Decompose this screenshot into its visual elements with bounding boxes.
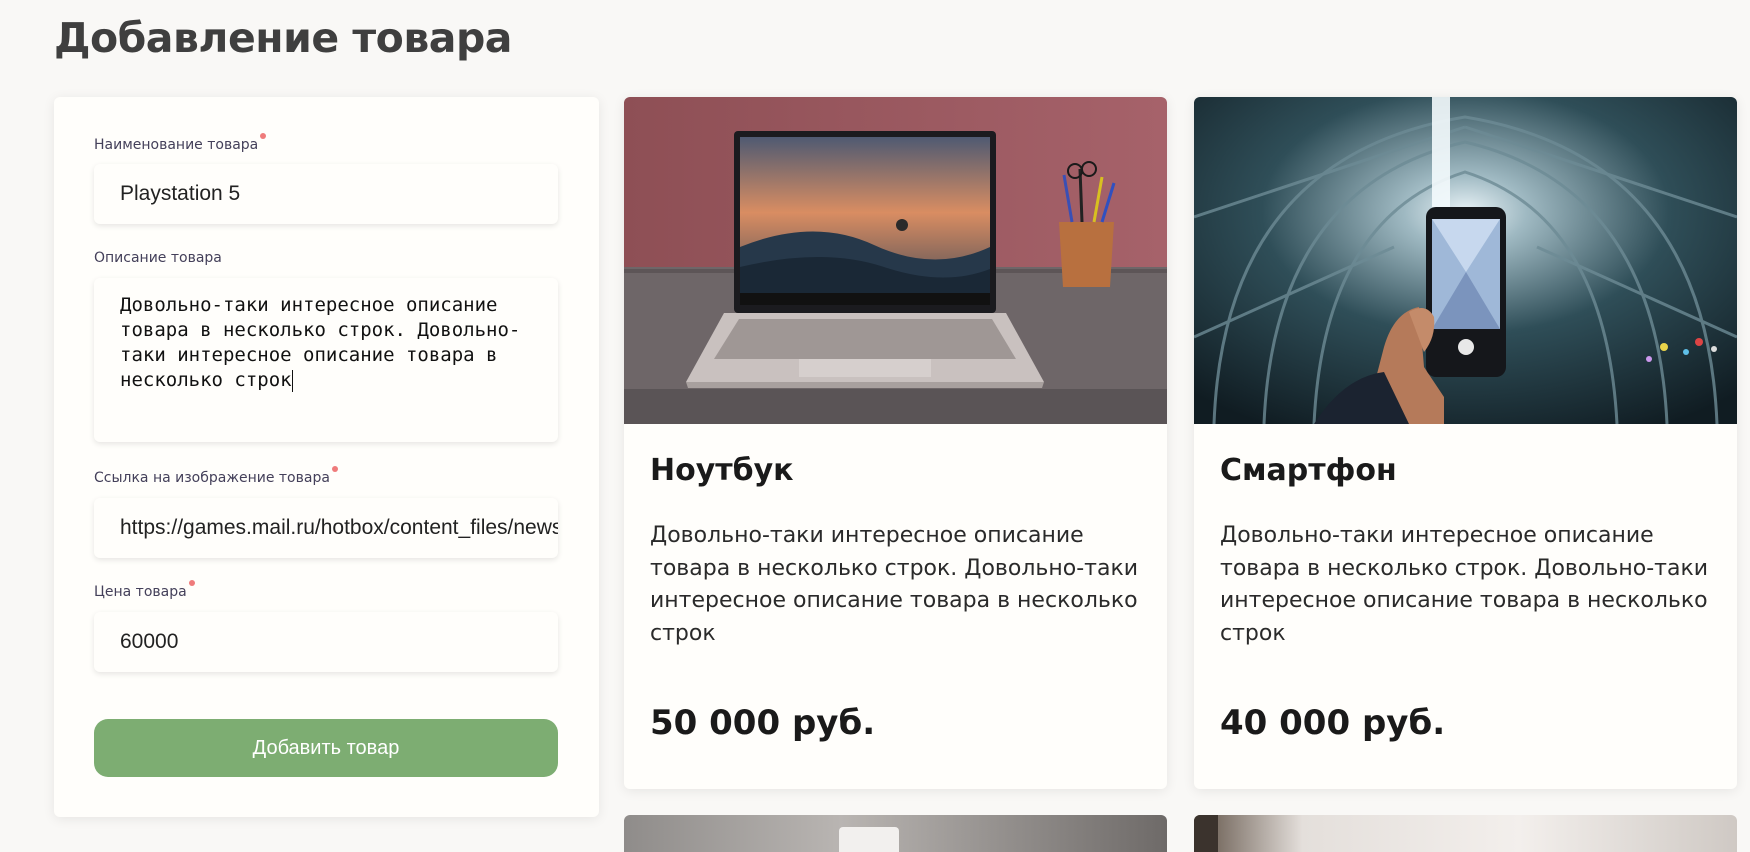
product-image-url-value: https://games.mail.ru/hotbox/content_fil… — [120, 516, 558, 539]
product-name-label: Наименование товара — [94, 133, 267, 153]
product-price-label: Цена товара — [94, 580, 195, 600]
product-card[interactable]: Смартфон Довольно-таки интересное описан… — [1194, 97, 1737, 789]
product-price-value: 60000 — [120, 630, 179, 653]
product-description: Довольно-таки интересное описание товара… — [1220, 523, 1709, 646]
text-caret — [291, 369, 293, 392]
required-indicator — [331, 466, 338, 472]
add-product-button[interactable]: Добавить товар — [94, 719, 558, 777]
product-card-partial[interactable] — [624, 815, 1167, 852]
product-photo-icon — [1194, 815, 1218, 852]
laptop-photo-icon — [624, 97, 1167, 424]
required-indicator — [260, 133, 267, 139]
product-description-textarea[interactable]: Довольно-таки интересное описание товара… — [94, 278, 558, 442]
page-title: Добавление товара — [54, 14, 512, 62]
product-name: Ноутбук — [650, 453, 794, 488]
product-description-value: Довольно-таки интересное описание товара… — [120, 294, 521, 391]
product-description-label: Описание товара — [94, 250, 222, 266]
product-name: Смартфон — [1220, 453, 1397, 488]
product-description: Довольно-таки интересное описание товара… — [650, 523, 1139, 646]
product-card[interactable]: Ноутбук Довольно-таки интересное описани… — [624, 97, 1167, 789]
product-photo-icon — [839, 827, 899, 852]
product-price-input[interactable]: 60000 — [94, 612, 558, 672]
product-description-label-text: Описание товара — [94, 250, 222, 266]
product-price-label-text: Цена товара — [94, 584, 187, 600]
product-card-partial[interactable] — [1194, 815, 1737, 852]
product-name-label-text: Наименование товара — [94, 137, 259, 153]
product-image-label: Ссылка на изображение товара — [94, 466, 338, 486]
product-image-label-text: Ссылка на изображение товара — [94, 470, 330, 486]
add-product-form: Наименование товара Playstation 5 Описан… — [54, 97, 599, 817]
product-name-value: Playstation 5 — [120, 182, 241, 205]
required-indicator — [188, 580, 195, 586]
product-name-input[interactable]: Playstation 5 — [94, 164, 558, 224]
product-price: 40 000 руб. — [1220, 703, 1446, 743]
product-price: 50 000 руб. — [650, 703, 876, 743]
smartphone-photo-icon — [1194, 97, 1737, 424]
product-image-url-input[interactable]: https://games.mail.ru/hotbox/content_fil… — [94, 498, 558, 558]
